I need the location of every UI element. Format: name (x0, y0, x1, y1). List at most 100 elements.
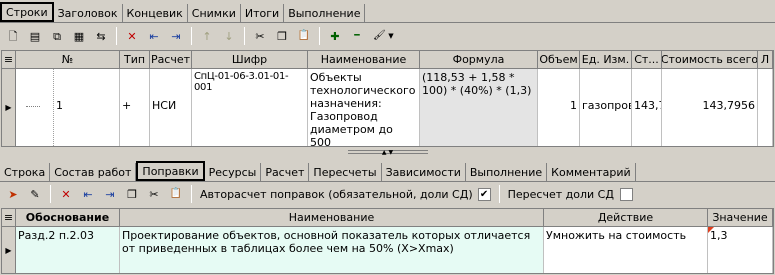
edit-correction-icon: ✎ (30, 187, 40, 201)
tab-dependencies[interactable]: Зависимости (382, 163, 466, 181)
move-up-button[interactable]: ↑ (196, 25, 218, 47)
bottom-tab-bar: Строка Состав работ Поправки Ресурсы Рас… (0, 161, 636, 181)
edit-correction-button[interactable]: ✎ (24, 183, 46, 205)
delete-button[interactable]: ✕ (121, 25, 143, 47)
row-name: Объекты технологического назначения: Газ… (308, 69, 420, 146)
tab-corrections[interactable]: Поправки (136, 161, 205, 181)
import-correction-button[interactable]: ⇤ (77, 183, 99, 205)
col-header-total[interactable]: Стоимость всего (662, 51, 758, 69)
col-header-extra[interactable]: Л (758, 51, 773, 69)
col-header-action[interactable]: Действие (544, 209, 708, 227)
tab-calculation[interactable]: Расчет (261, 163, 310, 181)
col-header-price[interactable]: Ст... (632, 51, 662, 69)
tab-snapshots[interactable]: Снимки (188, 4, 241, 22)
new-doc-button[interactable]: 🗋 (2, 25, 24, 47)
col-header-calc[interactable]: Расчет (150, 51, 192, 69)
expand-icon: ✚ (330, 29, 340, 43)
tab-work-composition[interactable]: Состав работ (50, 163, 137, 181)
tab-footer[interactable]: Концевик (123, 4, 188, 22)
tab-row[interactable]: Строка (0, 163, 51, 181)
move-down-button[interactable]: ↓ (218, 25, 240, 47)
tab-totals[interactable]: Итоги (241, 4, 285, 22)
col-header-unit[interactable]: Ед. Изм. (580, 51, 632, 69)
row-formula[interactable]: (118,53 + 1,58 * 100) * (40%) * (1,3) (420, 69, 538, 146)
move-up-icon: ↑ (202, 29, 212, 43)
export-button[interactable]: ⇥ (165, 25, 187, 47)
open-list-button[interactable]: ▤ (24, 25, 46, 47)
col-header-name[interactable]: Наименование (308, 51, 420, 69)
paint-dropdown-button[interactable]: 🖌 ▼ (368, 25, 398, 47)
paste-correction-icon: 📋 (169, 188, 183, 199)
splitter[interactable]: ▲ ▼ (0, 148, 775, 156)
auto-calc-checkbox[interactable]: Авторасчет поправок (обязательной, доли … (196, 184, 495, 204)
recalc-checkbox[interactable]: Пересчет доли СД (504, 184, 637, 204)
col-header-code[interactable]: Шифр (192, 51, 308, 69)
corr-value[interactable]: 1,3 (708, 227, 773, 273)
corrections-grid: ≡ Обоснование Наименование Действие Знач… (1, 208, 774, 274)
copy-button[interactable]: ❐ (271, 25, 293, 47)
open-list-icon: ▤ (29, 29, 41, 43)
export-correction-button[interactable]: ⇥ (99, 183, 121, 205)
paste-correction-button[interactable]: 📋 (165, 183, 187, 205)
grid-menu-icon[interactable]: ≡ (2, 51, 16, 69)
import-icon: ⇤ (149, 29, 159, 43)
expand-button[interactable]: ✚ (324, 25, 346, 47)
copy-correction-button[interactable]: ❐ (121, 183, 143, 205)
add-correction-button[interactable]: ➤ (2, 183, 24, 205)
col-header-volume[interactable]: Объем (538, 51, 580, 69)
col-header-corr-name[interactable]: Наименование (120, 209, 544, 227)
delete-correction-icon: ✕ (61, 187, 71, 201)
cut-correction-icon: ✂ (149, 187, 159, 201)
top-tab-bar: Строки Заголовок Концевик Снимки Итоги В… (0, 2, 366, 22)
corr-basis: Разд.2 п.2.03 (16, 227, 120, 273)
col-header-value[interactable]: Значение (708, 209, 773, 227)
corr-action[interactable]: Умножить на стоимость (544, 227, 708, 273)
tab-rows[interactable]: Строки (0, 2, 54, 22)
collapse-icon: ━ (354, 30, 360, 41)
transfer-icon: ⇆ (96, 29, 106, 43)
paste-button[interactable]: 📋 (293, 25, 315, 47)
toolbar-separator (319, 27, 320, 45)
row-num: 1 (54, 69, 120, 146)
paste-icon: 📋 (297, 30, 311, 41)
tab-bottom-execution[interactable]: Выполнение (466, 163, 548, 181)
copy-doc-button[interactable]: ⧉ (46, 25, 68, 47)
col-header-formula[interactable]: Формула (420, 51, 538, 69)
tab-execution[interactable]: Выполнение (284, 4, 366, 22)
toolbar-separator (191, 27, 192, 45)
cut-button[interactable]: ✂ (249, 25, 271, 47)
tab-header[interactable]: Заголовок (54, 4, 123, 22)
tab-comment[interactable]: Комментарий (547, 163, 636, 181)
delete-correction-button[interactable]: ✕ (55, 183, 77, 205)
doc-props-button[interactable]: ▦ (68, 25, 90, 47)
export-icon: ⇥ (171, 29, 181, 43)
col-header-basis[interactable]: Обоснование (16, 209, 120, 227)
tab-recalculations[interactable]: Пересчеты (309, 163, 382, 181)
row-type: + (120, 69, 150, 146)
row-calc: НСИ (150, 69, 192, 146)
corr-name: Проектирование объектов, основной показа… (120, 227, 544, 273)
splitter-handle-icon: ▲ ▼ (347, 149, 428, 156)
copy-doc-icon: ⧉ (53, 29, 61, 43)
col-header-type[interactable]: Тип (120, 51, 150, 69)
copy-correction-icon: ❐ (127, 187, 137, 201)
row-volume: 1 (538, 69, 580, 146)
transfer-button[interactable]: ⇆ (90, 25, 112, 47)
import-button[interactable]: ⇤ (143, 25, 165, 47)
row-pointer-icon: ▶ (2, 227, 16, 273)
cut-correction-button[interactable]: ✂ (143, 183, 165, 205)
col-header-num[interactable]: № (16, 51, 120, 69)
toolbar-separator (50, 185, 51, 203)
corrections-toolbar: ➤ ✎ ✕ ⇤ ⇥ ❐ ✂ 📋 Авторасчет поправок (обя… (2, 182, 637, 206)
export-correction-icon: ⇥ (105, 187, 115, 201)
toolbar-separator (116, 27, 117, 45)
new-doc-icon: 🗋 (8, 29, 18, 43)
row-tree-cell (16, 69, 54, 146)
tab-resources[interactable]: Ресурсы (205, 163, 262, 181)
collapse-button[interactable]: ━ (346, 25, 368, 47)
auto-calc-label: Авторасчет поправок (обязательной, доли … (200, 187, 473, 201)
corrections-grid-menu-icon[interactable]: ≡ (2, 209, 16, 227)
row-pointer-icon: ▶ (2, 69, 16, 146)
row-price: 143,7 (632, 69, 662, 146)
copy-icon: ❐ (277, 29, 287, 43)
